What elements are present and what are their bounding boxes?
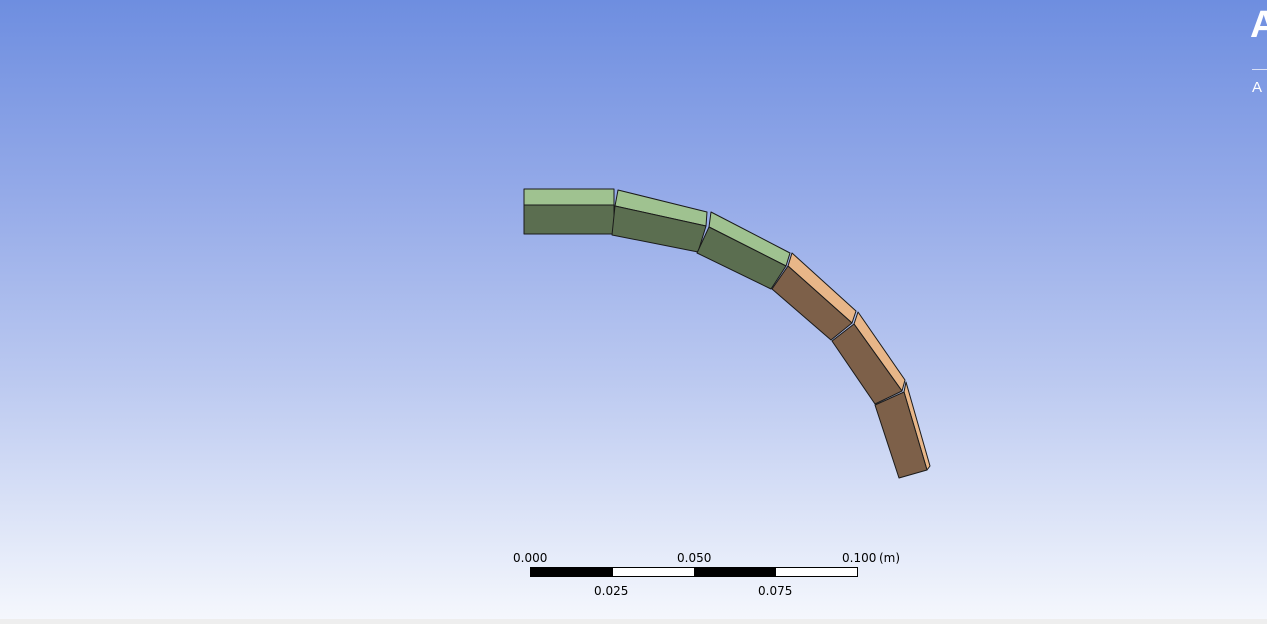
model-body-1-top-face <box>523 188 615 206</box>
scale-segment-1 <box>531 568 613 576</box>
scale-label-1: 0.050 <box>677 551 712 565</box>
scale-bar <box>530 567 858 577</box>
scale-label-quarter: 0.025 <box>594 584 629 598</box>
model-body-3[interactable] <box>696 211 791 290</box>
scale-label-2: 0.100 <box>842 551 877 565</box>
scale-segment-3 <box>694 568 776 576</box>
scale-label-0: 0.000 <box>513 551 548 565</box>
scale-label-three-quarter: 0.075 <box>758 584 793 598</box>
brand-divider <box>1252 69 1267 70</box>
model-body-1-front-face <box>523 204 615 235</box>
3d-graphics-viewport[interactable]: A A 0.000 0.050 0.100 (m) 0.025 0.075 <box>0 0 1267 624</box>
scale-segment-4 <box>775 568 857 576</box>
model-body-1[interactable] <box>523 188 615 235</box>
brand-subtitle: A <box>1252 79 1263 96</box>
arched-block-model[interactable] <box>0 0 1267 624</box>
viewport-bottom-border <box>0 619 1267 624</box>
model-body-2[interactable] <box>611 189 708 253</box>
scale-unit: (m) <box>879 551 901 565</box>
brand-logo: A <box>1250 4 1267 46</box>
scale-segment-2 <box>612 568 694 576</box>
